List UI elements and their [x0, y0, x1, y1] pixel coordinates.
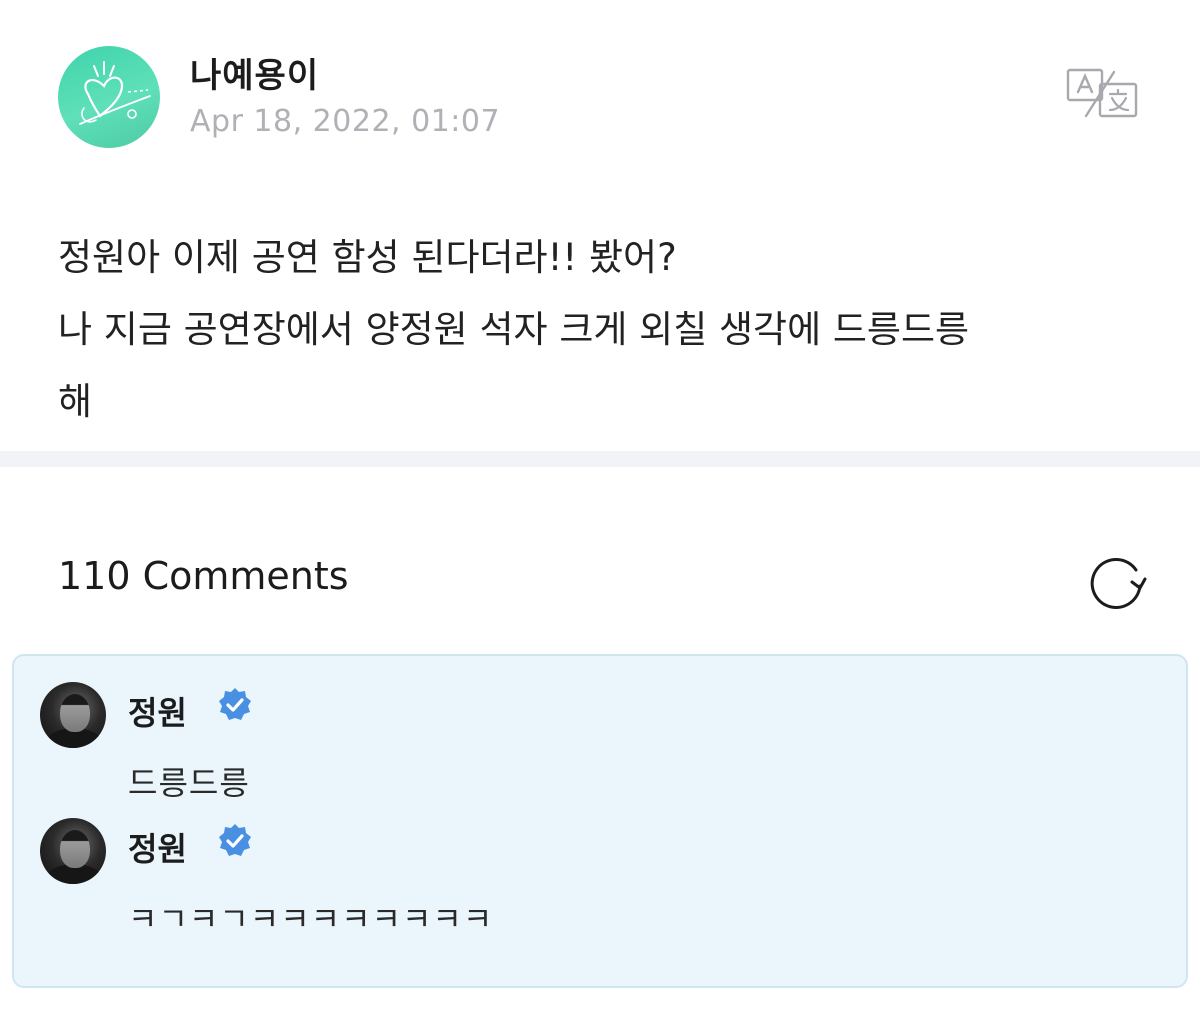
comment-text: ㅋㄱㅋㄱㅋㅋㅋㅋㅋㅋㅋㅋ: [128, 900, 494, 938]
avatar[interactable]: [40, 682, 106, 748]
comment-author-name[interactable]: 정원: [128, 824, 187, 870]
comments-header: 110 Comments: [58, 548, 1148, 610]
post-body: 정원아 이제 공연 함성 된다더라!! 봤어? 나 지금 공연장에서 양정원 석…: [58, 236, 970, 423]
artist-comments-box: 정원 드릉드릉 정원 ㅋㄱㅋㄱㅋㅋㅋㅋㅋㅋㅋㅋ: [12, 654, 1188, 988]
section-divider: [0, 451, 1200, 467]
comment-item[interactable]: 정원 드릉드릉: [40, 682, 1140, 812]
comments-count: 110 Comments: [58, 554, 349, 598]
translate-icon: [1066, 68, 1138, 118]
comment-author-name[interactable]: 정원: [128, 688, 187, 734]
post-date: Apr 18, 2022, 01:07: [190, 104, 501, 139]
post-header: 나예용이 Apr 18, 2022, 01:07: [58, 46, 1148, 150]
translate-button[interactable]: [1066, 68, 1140, 120]
refresh-button[interactable]: [1088, 548, 1148, 610]
author-avatar[interactable]: [58, 46, 160, 148]
avatar[interactable]: [40, 818, 106, 884]
author-name[interactable]: 나예용이: [190, 48, 319, 97]
heart-doodle-icon: [79, 61, 151, 125]
comment-item[interactable]: 정원 ㅋㄱㅋㄱㅋㅋㅋㅋㅋㅋㅋㅋ: [40, 818, 1140, 948]
refresh-icon: [1090, 557, 1147, 609]
verified-badge-icon: [219, 688, 251, 720]
verified-badge-icon: [219, 824, 251, 856]
comment-text: 드릉드릉: [128, 764, 250, 802]
